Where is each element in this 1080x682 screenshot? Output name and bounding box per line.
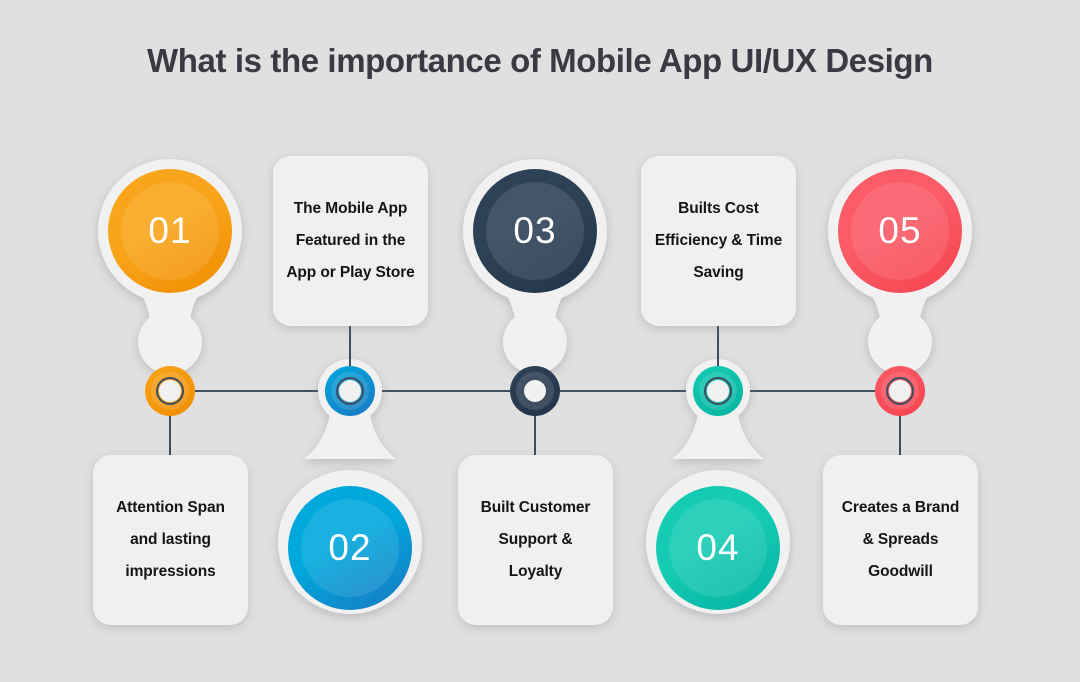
step-description-text: The Mobile App Featured in the App or Pl… [286, 200, 415, 281]
step-description-card-01[interactable]: Attention Span and lasting impressions [93, 455, 248, 625]
step-number-circle-04[interactable]: 04 [656, 486, 780, 610]
infographic-canvas: What is the importance of Mobile App UI/… [0, 0, 1080, 682]
step-number-circle-02[interactable]: 02 [288, 486, 412, 610]
dot-outline-ring [521, 377, 549, 405]
dot-outline-ring [156, 377, 184, 405]
step-number-label: 04 [696, 527, 740, 568]
dot-outline-ring [886, 377, 914, 405]
step-number-circle-01[interactable]: 01 [108, 169, 232, 293]
step-number-label: 02 [328, 527, 372, 568]
dot-outline-ring [704, 377, 732, 405]
step-description-card-05[interactable]: Creates a Brand & Spreads Goodwill [823, 455, 978, 625]
timeline-node-dot-02[interactable] [325, 366, 375, 416]
step-description-text: Attention Span and lasting impressions [116, 499, 225, 580]
step-description-text: Built Customer Support & Loyalty [480, 499, 591, 580]
step-description-text: Creates a Brand & Spreads Goodwill [841, 499, 960, 580]
step-description-text: Builts Cost Efficiency & Time Saving [654, 200, 783, 281]
step-description-card-04[interactable]: Builts Cost Efficiency & Time Saving [641, 156, 796, 326]
step-description-card-03[interactable]: Built Customer Support & Loyalty [458, 455, 613, 625]
step-number-circle-03[interactable]: 03 [473, 169, 597, 293]
dot-outline-ring [336, 377, 364, 405]
step-number-label: 01 [148, 210, 192, 251]
timeline-node-dot-03[interactable] [510, 366, 560, 416]
page-title: What is the importance of Mobile App UI/… [147, 42, 933, 79]
step-number-label: 03 [513, 210, 557, 251]
timeline-node-dot-01[interactable] [145, 366, 195, 416]
step-number-circle-05[interactable]: 05 [838, 169, 962, 293]
step-number-label: 05 [878, 210, 922, 251]
timeline-node-dot-05[interactable] [875, 366, 925, 416]
timeline-node-dot-04[interactable] [693, 366, 743, 416]
step-description-card-02[interactable]: The Mobile App Featured in the App or Pl… [273, 156, 428, 326]
